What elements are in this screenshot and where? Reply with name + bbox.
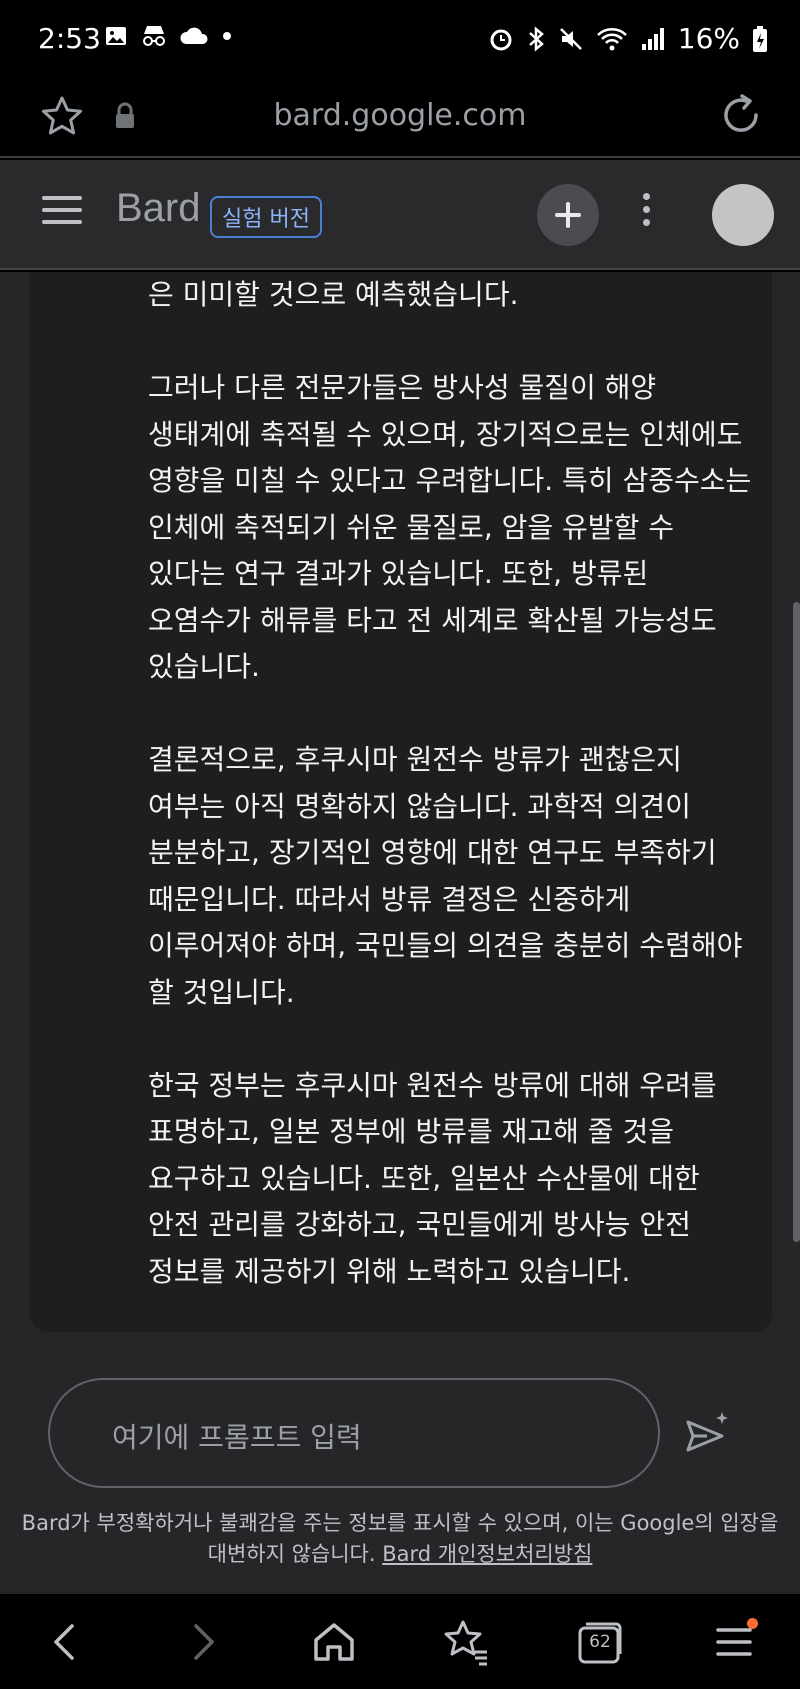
- status-time: 2:53: [38, 22, 101, 55]
- response-text: 은 미미할 것으로 예측했습니다. 그러나 다른 전문가들은 방사성 물질이 해…: [148, 272, 758, 1342]
- new-chat-button[interactable]: [537, 184, 599, 246]
- reload-icon[interactable]: [718, 92, 764, 138]
- response-paragraph: 결론적으로, 후쿠시마 원전수 방류가 괜찮은지 여부는 아직 명확하지 않습니…: [148, 743, 743, 1009]
- status-system-icons: 16%: [488, 22, 768, 55]
- back-icon[interactable]: [40, 1616, 92, 1668]
- bluetooth-icon: [528, 25, 544, 52]
- status-bar: 2:53 16%: [0, 0, 800, 80]
- tabs-icon[interactable]: 62: [574, 1616, 626, 1668]
- tab-count: 62: [589, 1632, 611, 1652]
- more-options-icon[interactable]: [636, 193, 656, 237]
- response-paragraph: 그러나 다른 전문가들은 방사성 물질이 해양 생태계에 축적될 수 있으며, …: [148, 371, 752, 683]
- url-text[interactable]: bard.google.com: [0, 98, 800, 133]
- signal-icon: [641, 27, 664, 50]
- home-icon[interactable]: [308, 1616, 360, 1668]
- brand-logo: Bard: [116, 186, 201, 230]
- response-paragraph: 은 미미할 것으로 예측했습니다.: [148, 278, 519, 311]
- notification-dot: [747, 1618, 758, 1629]
- dot-icon: [223, 32, 231, 40]
- incognito-icon: [143, 26, 165, 46]
- chat-content: 은 미미할 것으로 예측했습니다. 그러나 다른 전문가들은 방사성 물질이 해…: [0, 272, 800, 1594]
- battery-charging-icon: [753, 25, 767, 52]
- alarm-icon: [490, 29, 512, 50]
- menu-icon[interactable]: [708, 1616, 760, 1668]
- forward-icon[interactable]: [176, 1616, 228, 1668]
- mute-icon: [559, 27, 582, 50]
- browser-bottom-nav: 62: [0, 1594, 800, 1689]
- response-paragraph: 한국 정부는 후쿠시마 원전수 방류에 대해 우려를 표명하고, 일본 정부에 …: [148, 1068, 717, 1288]
- browser-url-bar: bard.google.com: [0, 80, 800, 158]
- experiment-badge: 실험 버전: [210, 196, 322, 238]
- prompt-placeholder: 여기에 프롬프트 입력: [112, 1421, 362, 1454]
- send-icon[interactable]: [682, 1410, 732, 1460]
- hamburger-menu-icon[interactable]: [42, 196, 82, 228]
- battery-level: 16%: [677, 22, 740, 55]
- disclaimer: Bard가 부정확하거나 불쾌감을 주는 정보를 표시할 수 있으며, 이는 G…: [20, 1508, 780, 1570]
- app-header: Bard 실험 버전: [0, 160, 800, 270]
- status-notification-icons: [104, 24, 232, 48]
- privacy-policy-link[interactable]: Bard 개인정보처리방침: [382, 1542, 592, 1566]
- avatar[interactable]: [712, 184, 774, 246]
- gallery-icon: [106, 27, 126, 45]
- scrollbar[interactable]: [793, 602, 800, 1242]
- wifi-icon: [596, 27, 627, 50]
- bookmarks-icon[interactable]: [441, 1616, 493, 1668]
- prompt-input[interactable]: 여기에 프롬프트 입력: [48, 1378, 660, 1488]
- cloud-icon: [180, 27, 208, 44]
